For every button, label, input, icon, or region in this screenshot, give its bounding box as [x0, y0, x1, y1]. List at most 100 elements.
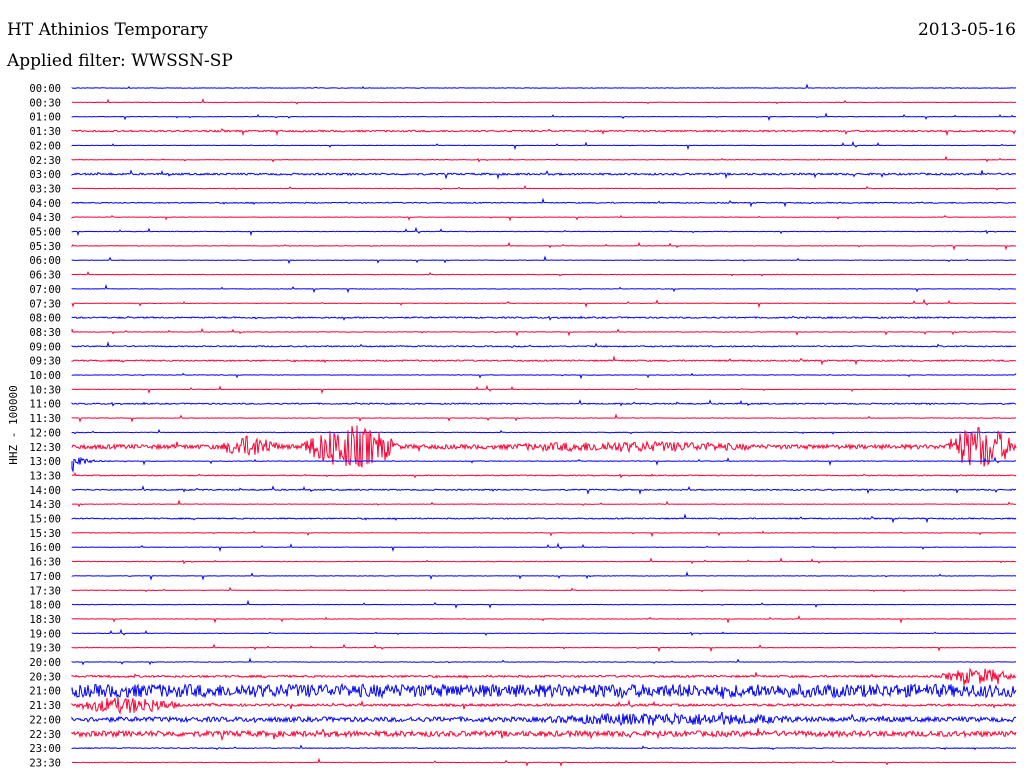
row-label: 10:30	[29, 384, 61, 396]
trace-line	[71, 340, 1017, 349]
trace-line	[71, 471, 1017, 479]
trace-line	[71, 428, 1017, 435]
row-label: 03:30	[29, 183, 61, 195]
row-label: 21:00	[29, 686, 61, 698]
row-label: 20:30	[29, 671, 61, 683]
trace-line	[72, 499, 1017, 508]
row-label: 11:00	[29, 399, 61, 411]
row-label: 11:30	[29, 413, 61, 425]
trace-line	[71, 530, 1017, 538]
trace-line	[71, 586, 1017, 593]
row-label: 08:30	[29, 327, 61, 339]
row-label: 01:00	[29, 112, 61, 124]
trace-line	[71, 425, 1017, 469]
trace-line	[71, 327, 1017, 337]
row-label: 13:00	[29, 456, 61, 468]
trace-line	[71, 214, 1017, 222]
row-label: 06:30	[29, 270, 61, 282]
trace-line	[71, 355, 1017, 366]
row-label: 13:30	[29, 470, 61, 482]
trace-line	[71, 757, 1016, 767]
trace-line	[71, 271, 1017, 277]
row-label: 17:00	[29, 571, 61, 583]
helicorder-plot: 00:00 00:30 01:00 01:30 02:00 02:30 03:00 03:30…	[7, 83, 1017, 769]
trace-line	[71, 372, 1017, 380]
trace-line	[71, 728, 1017, 742]
trace-line	[71, 241, 1017, 251]
trace-line	[71, 169, 1017, 180]
y-axis-label: HHZ - 100000	[7, 385, 20, 464]
trace-line	[71, 682, 1017, 700]
trace-line	[71, 315, 1017, 321]
row-label: 02:30	[29, 155, 61, 167]
row-label: 23:00	[29, 743, 61, 755]
row-label: 07:00	[29, 284, 61, 296]
row-label: 20:00	[29, 657, 61, 669]
trace-line	[71, 226, 1017, 237]
row-label: 09:30	[29, 356, 61, 368]
trace-line	[71, 284, 1017, 294]
row-label: 04:00	[29, 198, 61, 210]
row-label: 14:00	[29, 485, 61, 497]
row-label: 16:00	[29, 542, 61, 554]
trace-line	[71, 456, 1017, 473]
row-label: 10:00	[29, 370, 61, 382]
row-label: 02:00	[29, 140, 61, 152]
row-label: 12:00	[29, 427, 61, 439]
row-label: 15:30	[29, 528, 61, 540]
trace-line	[71, 112, 1017, 122]
row-label: 05:30	[29, 241, 61, 253]
trace-line	[71, 399, 1017, 407]
row-label: 17:30	[29, 585, 61, 597]
row-label: 06:00	[29, 255, 61, 267]
row-label: 01:30	[29, 126, 61, 138]
row-label: 19:30	[29, 643, 61, 655]
row-label: 19:00	[29, 628, 61, 640]
trace-line	[72, 97, 1017, 105]
trace-line	[71, 571, 1017, 581]
trace-line	[71, 542, 1016, 552]
row-label: 22:30	[29, 729, 61, 741]
row-label: 08:00	[29, 313, 61, 325]
trace-line	[71, 513, 1017, 524]
row-label: 00:00	[29, 83, 61, 95]
trace-line	[71, 657, 1017, 666]
trace-line	[71, 255, 1017, 265]
trace-line	[71, 697, 1017, 715]
row-label: 16:30	[29, 557, 61, 569]
trace-line	[71, 557, 1016, 565]
row-label: 07:30	[29, 298, 61, 310]
trace-line	[71, 628, 1017, 637]
trace-line	[71, 384, 1017, 395]
trace-line	[71, 197, 1017, 208]
row-label: 05:00	[29, 227, 61, 239]
row-label: 04:30	[29, 212, 61, 224]
trace-line	[71, 140, 1017, 151]
trace-line	[71, 128, 1017, 137]
row-label: 03:00	[29, 169, 61, 181]
trace-line	[71, 643, 1017, 653]
traces	[71, 83, 1017, 767]
row-label: 18:00	[29, 600, 61, 612]
trace-line	[71, 298, 1017, 309]
trace-line	[71, 615, 1017, 624]
row-label: 09:00	[29, 341, 61, 353]
row-label: 22:00	[29, 714, 61, 726]
trace-line	[71, 485, 1017, 495]
trace-line	[71, 599, 1017, 609]
trace-line	[71, 711, 1017, 727]
row-label: 12:30	[29, 442, 61, 454]
trace-line	[71, 155, 1017, 163]
row-label: 23:30	[29, 757, 61, 769]
trace-line	[71, 667, 1017, 686]
trace-line	[71, 413, 1017, 423]
row-label: 00:30	[29, 97, 61, 109]
trace-line	[71, 744, 1017, 751]
row-label: 14:30	[29, 499, 61, 511]
row-label: 15:00	[29, 514, 61, 526]
trace-line	[71, 83, 1017, 90]
row-label: 18:30	[29, 614, 61, 626]
row-label: 21:30	[29, 700, 61, 712]
trace-line	[72, 184, 1017, 191]
row-labels: 00:00 00:30 01:00 01:30 02:00 02:30 03:00 03:30…	[29, 83, 61, 769]
